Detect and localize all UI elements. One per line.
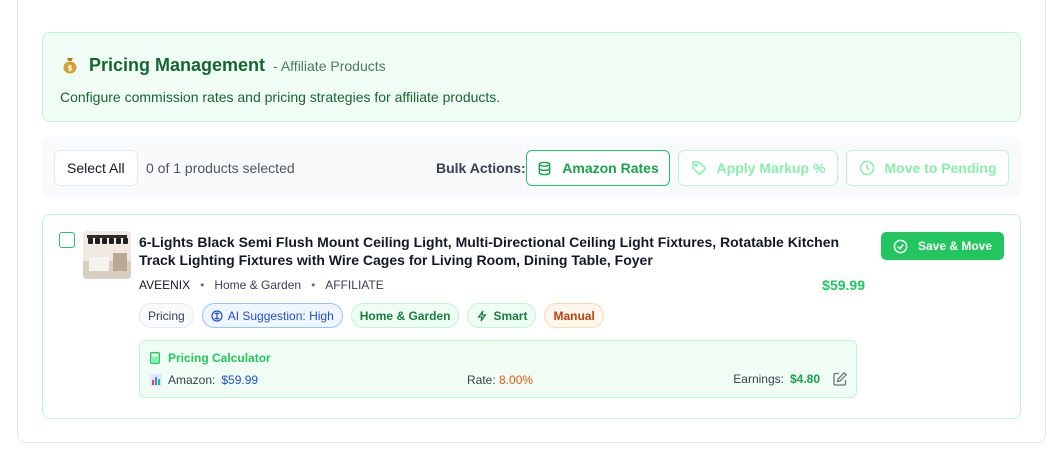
bulk-actions-label: Bulk Actions: <box>436 160 526 176</box>
product-tags: Pricing AI Suggestion: High Home & Garde… <box>139 303 604 328</box>
header-title-row: $ Pricing Management - Affiliate Product… <box>61 53 386 76</box>
save-and-move-button[interactable]: Save & Move <box>881 232 1004 260</box>
tag-category: Home & Garden <box>350 303 460 328</box>
selection-count: 0 of 1 products selected <box>146 160 295 176</box>
clock-icon <box>859 160 874 176</box>
tag-ai-suggestion[interactable]: AI Suggestion: High <box>201 303 343 328</box>
meta-separator: • <box>311 278 316 292</box>
product-price: $59.99 <box>822 277 865 293</box>
move-to-pending-label: Move to Pending <box>884 160 997 176</box>
amazon-value: $59.99 <box>221 373 259 387</box>
product-card: 6-Lights Black Semi Flush Mount Ceiling … <box>42 214 1021 419</box>
product-thumbnail <box>83 231 131 279</box>
calculator-icon <box>150 352 160 364</box>
tag-pricing: Pricing <box>139 303 194 328</box>
tag-manual[interactable]: Manual <box>544 303 604 328</box>
apply-markup-button[interactable]: Apply Markup % <box>678 150 838 186</box>
product-category: Home & Garden <box>214 278 302 292</box>
pricing-header-banner: $ Pricing Management - Affiliate Product… <box>42 32 1021 122</box>
tag-smart-label: Smart <box>493 308 528 323</box>
amazon-label: Amazon: <box>168 373 216 387</box>
pricing-calculator: Pricing Calculator Amazon: $59.99 Rate: … <box>139 340 857 398</box>
amazon-price-group: Amazon: $59.99 <box>150 373 258 387</box>
check-circle-icon <box>893 239 908 253</box>
calculator-title: Pricing Calculator <box>168 351 271 365</box>
rate-label: Rate: <box>467 373 496 387</box>
select-all-button[interactable]: Select All <box>54 150 138 186</box>
amazon-rates-label: Amazon Rates <box>562 160 659 176</box>
product-type: AFFILIATE <box>325 278 384 292</box>
earnings-label: Earnings: <box>733 372 784 386</box>
product-meta: AVEENIX • Home & Garden • AFFILIATE <box>139 278 384 292</box>
earnings-group: Earnings: $4.80 <box>733 371 848 387</box>
database-icon <box>538 161 551 175</box>
apply-markup-label: Apply Markup % <box>716 160 826 176</box>
move-to-pending-button[interactable]: Move to Pending <box>846 150 1009 186</box>
bulk-toolbar: Select All 0 of 1 products selected Bulk… <box>42 137 1021 198</box>
page-subtitle: - Affiliate Products <box>273 58 386 74</box>
earnings-value: $4.80 <box>789 372 820 386</box>
meta-separator: • <box>200 278 205 292</box>
tag-ai-label: AI Suggestion: High <box>227 308 334 323</box>
page-description: Configure commission rates and pricing s… <box>60 89 501 105</box>
calculator-title-row: Pricing Calculator <box>150 351 271 365</box>
product-title: 6-Lights Black Semi Flush Mount Ceiling … <box>139 234 840 268</box>
tag-icon <box>691 161 707 176</box>
product-checkbox[interactable] <box>59 232 75 248</box>
ai-icon <box>211 309 223 322</box>
amazon-rates-button[interactable]: Amazon Rates <box>526 150 670 186</box>
save-and-move-label: Save & Move <box>917 239 993 253</box>
rate-value: 8.00% <box>499 373 534 387</box>
svg-text:$: $ <box>67 64 73 73</box>
edit-icon[interactable] <box>832 371 848 387</box>
tag-smart[interactable]: Smart <box>467 303 537 328</box>
product-brand: AVEENIX <box>139 278 191 292</box>
rate-group: Rate: 8.00% <box>467 373 533 387</box>
money-bag-icon: $ <box>61 56 79 74</box>
lightning-icon <box>477 310 488 321</box>
bar-chart-icon <box>150 374 162 386</box>
page-title: Pricing Management <box>89 55 266 75</box>
